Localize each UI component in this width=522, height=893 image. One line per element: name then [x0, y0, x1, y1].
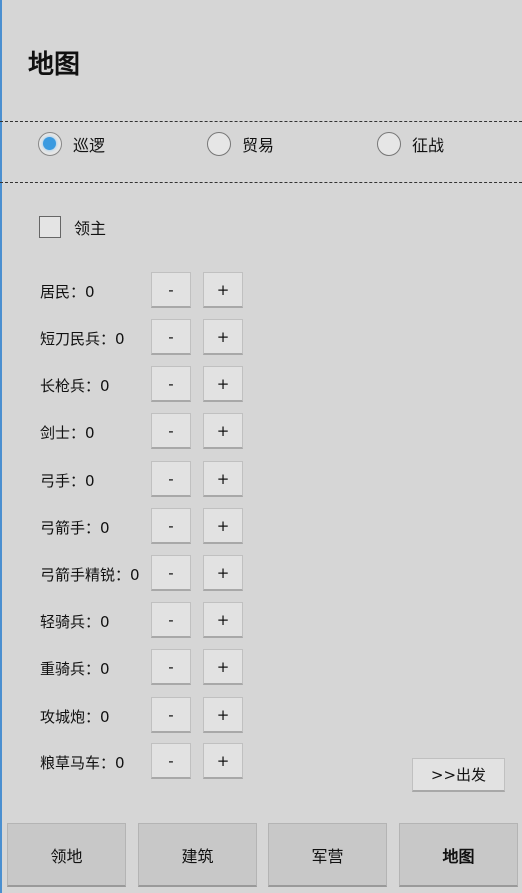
decrement-button[interactable]: - — [151, 743, 191, 779]
increment-button[interactable]: + — [203, 555, 243, 591]
radio-conquest[interactable]: 征战 — [377, 132, 444, 156]
increment-button[interactable]: + — [203, 602, 243, 638]
unit-label: 短刀民兵：0 — [40, 330, 125, 348]
unit-label: 长枪兵：0 — [40, 377, 110, 395]
radio-unchecked-icon — [207, 132, 231, 156]
mode-radio-group: 巡逻 贸易 征战 — [0, 132, 522, 166]
unit-label: 剑士：0 — [40, 424, 95, 442]
decrement-button[interactable]: - — [151, 413, 191, 449]
decrement-button[interactable]: - — [151, 366, 191, 402]
divider-bottom — [0, 182, 522, 183]
decrement-button[interactable]: - — [151, 461, 191, 497]
decrement-button[interactable]: - — [151, 602, 191, 638]
unit-label: 粮草马车：0 — [40, 754, 125, 772]
decrement-button[interactable]: - — [151, 555, 191, 591]
increment-button[interactable]: + — [203, 508, 243, 544]
unit-row-residents: 居民：0 - + — [0, 272, 522, 308]
increment-button[interactable]: + — [203, 697, 243, 733]
decrement-button[interactable]: - — [151, 319, 191, 355]
unit-label: 弓手：0 — [40, 472, 95, 490]
nav-territory-button[interactable]: 领地 — [7, 823, 126, 887]
radio-trade[interactable]: 贸易 — [207, 132, 274, 156]
unit-label: 弓箭手：0 — [40, 519, 110, 537]
unit-label: 重骑兵：0 — [40, 660, 110, 678]
radio-patrol[interactable]: 巡逻 — [38, 132, 105, 156]
radio-unchecked-icon — [377, 132, 401, 156]
lord-checkbox-label: 领主 — [74, 219, 107, 238]
decrement-button[interactable]: - — [151, 272, 191, 308]
increment-button[interactable]: + — [203, 366, 243, 402]
unit-label: 居民：0 — [40, 283, 95, 301]
decrement-button[interactable]: - — [151, 697, 191, 733]
radio-checked-icon — [38, 132, 62, 156]
increment-button[interactable]: + — [203, 319, 243, 355]
unit-row-swordsman: 剑士：0 - + — [0, 413, 522, 449]
radio-trade-label: 贸易 — [242, 136, 275, 155]
decrement-button[interactable]: - — [151, 508, 191, 544]
unit-row-knife-militia: 短刀民兵：0 - + — [0, 319, 522, 355]
divider-top — [0, 121, 522, 122]
page-title: 地图 — [28, 50, 81, 80]
increment-button[interactable]: + — [203, 461, 243, 497]
increment-button[interactable]: + — [203, 649, 243, 685]
unit-label: 弓箭手精锐：0 — [40, 566, 140, 584]
unit-row-spearman: 长枪兵：0 - + — [0, 366, 522, 402]
radio-patrol-label: 巡逻 — [73, 136, 106, 155]
unit-row-elite-archer: 弓箭手精锐：0 - + — [0, 555, 522, 591]
increment-button[interactable]: + — [203, 413, 243, 449]
unit-row-siege-cannon: 攻城炮：0 - + — [0, 697, 522, 733]
unit-label: 轻骑兵：0 — [40, 613, 110, 631]
radio-conquest-label: 征战 — [412, 136, 445, 155]
nav-map-button[interactable]: 地图 — [399, 823, 518, 887]
decrement-button[interactable]: - — [151, 649, 191, 685]
unit-row-bowman: 弓手：0 - + — [0, 461, 522, 497]
nav-buildings-button[interactable]: 建筑 — [138, 823, 257, 887]
lord-checkbox[interactable] — [39, 216, 61, 238]
increment-button[interactable]: + — [203, 743, 243, 779]
lord-checkbox-row[interactable]: 领主 — [39, 215, 106, 239]
unit-row-archer: 弓箭手：0 - + — [0, 508, 522, 544]
increment-button[interactable]: + — [203, 272, 243, 308]
depart-button[interactable]: >>出发 — [412, 758, 505, 792]
unit-label: 攻城炮：0 — [40, 708, 110, 726]
nav-barracks-button[interactable]: 军营 — [268, 823, 387, 887]
unit-row-light-cavalry: 轻骑兵：0 - + — [0, 602, 522, 638]
unit-row-heavy-cavalry: 重骑兵：0 - + — [0, 649, 522, 685]
